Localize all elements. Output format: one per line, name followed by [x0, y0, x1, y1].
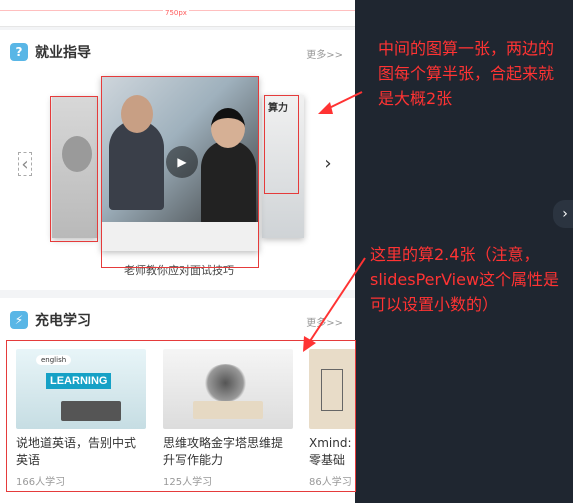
annotation-bottom: 这里的算2.4张（注意，slidesPerView这个属性是可以设置小数的）	[370, 245, 560, 314]
annotation-top: 中间的图算一张，两边的图每个算半张，合起来就是大概2张	[378, 39, 555, 108]
chevron-right-icon[interactable]: ›	[553, 200, 573, 228]
